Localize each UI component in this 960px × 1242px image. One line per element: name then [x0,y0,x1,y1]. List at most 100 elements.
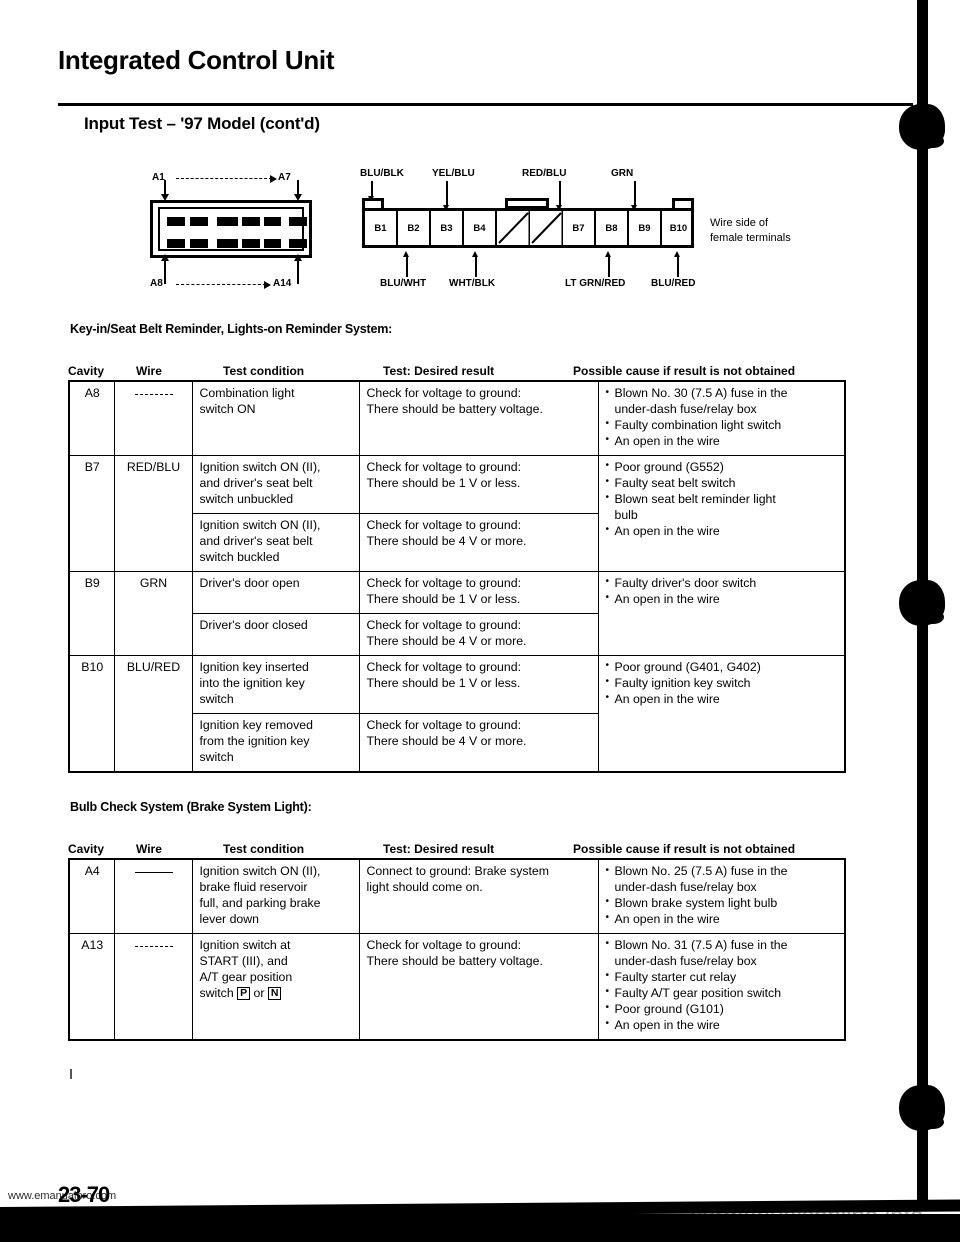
cell-desired-result: Check for voltage to ground: There should… [358,570,599,614]
connector-b-lead-b9 [634,181,636,207]
connector-a-pin [264,239,281,248]
connector-b-cavity-b9: B9 [629,211,662,245]
table1-col-result: Test: Desired result [383,364,495,378]
possible-cause-item: Faulty starter cut relay [606,969,839,986]
connector-a-label-a1: A1 [152,172,165,183]
cell-possible-cause: Faulty driver's door switchAn open in th… [597,570,846,656]
cell-test-condition: Ignition switch ON (II), brake fluid rese… [191,858,360,934]
connector-b-cavity-b8: B8 [596,211,629,245]
connector-b-note-line2: female terminals [710,231,791,244]
possible-cause-list: Poor ground (G401, G402)Faulty ignition … [606,659,839,708]
cell-desired-result: Check for voltage to ground: There should… [358,454,599,514]
input-test-table-2: A4 Ignition switch ON (II), brake fluid re… [68,858,846,1041]
connector-b-lead-b10 [677,257,679,277]
table-row: B10 BLU/RED Ignition key inserted into the … [68,654,846,773]
connector-a-pin [190,217,208,226]
possible-cause-item: Faulty seat belt switch [606,475,839,492]
cell-desired-result: Check for voltage to ground: There should… [358,654,599,714]
connector-b-wire-label-grn: GRN [611,168,634,179]
connector-b-wire-label-blu-red: BLU/RED [651,278,696,289]
connector-b-lead-b7 [559,181,561,207]
page-number: 23-70 [58,1182,110,1207]
connector-b-wire-label-blu-wht: BLU/WHT [380,278,427,289]
possible-cause-item: under-dash fuse/relay box [614,953,757,968]
connector-a-pin [242,239,260,248]
table1-column-headers: Cavity Wire Test condition Test: Desired… [68,358,844,380]
possible-cause-list: Blown No. 30 (7.5 A) fuse in theunder-da… [606,386,839,450]
cell-wire [113,932,193,1041]
connector-a-label-a7: A7 [278,172,291,183]
connector-b-cavity-b10: B10 [669,222,688,234]
possible-cause-item: Blown No. 30 (7.5 A) fuse in the [606,386,839,402]
cell-cavity: B7 [68,454,115,572]
connector-a-top-arrow-icon [270,174,277,183]
no-wire-dash-icon [134,872,173,874]
cell-test-condition: Ignition switch at START (III), and A/T ge… [191,932,360,1041]
table1-col-cavity: Cavity [68,364,105,378]
possible-cause-item: under-dash fuse/relay box [614,879,757,894]
cell-wire: BLU/RED [113,654,193,773]
cell-wire: RED/BLU [113,454,193,572]
possible-cause-item: An open in the wire [606,433,839,450]
table-row: B9 GRN Driver's door open Check for voltage… [68,570,846,656]
cell-cavity: B10 [68,654,115,773]
connector-b-lead-b4 [475,257,477,277]
connector-a-pin-row-top [167,217,307,226]
cell-test-condition: Driver's door closed [191,612,360,656]
connector-a-pin [264,217,281,226]
page-title: Integrated Control Unit [58,45,335,75]
connector-b-cavity-b3: B3 [431,211,464,245]
connector-a-bottom-arrow-icon [264,280,271,289]
cell-possible-cause: Poor ground (G552)Faulty seat belt switc… [597,454,846,572]
table1-col-cause: Possible cause if result is not obtained [573,364,796,378]
possible-cause-item: Blown seat belt reminder light [606,491,839,508]
cell-cavity: A8 [68,380,115,456]
table2-col-result: Test: Desired result [383,842,495,856]
connector-a-pin [190,239,208,248]
no-wire-dash-icon [134,394,173,396]
cell-desired-result: Check for voltage to ground: There should… [358,932,599,1041]
cell-wire [113,858,193,934]
connector-a-pin [242,217,260,226]
connector-b-wire-label-blu-blk: BLU/BLK [360,168,404,179]
input-test-table-1: A8 Combination light switch ON Check for vo… [68,380,846,773]
connector-b-lead-b8 [608,257,610,277]
blank-cavity-slash-icon [531,211,563,245]
table2-col-wire: Wire [136,842,162,856]
cell-cavity: A4 [68,858,115,934]
table-row: B7 RED/BLU Ignition switch ON (II), and dri… [68,454,846,572]
title-divider [58,103,913,106]
possible-cause-item: Poor ground (G401, G402) [606,659,839,676]
connector-b-cavity-b1: B1 [365,211,398,245]
connector-b-note-line1: Wire side of [710,217,769,229]
cell-test-condition: Ignition switch ON (II), and driver's sea… [191,512,360,572]
section-title: Input Test – '97 Model (cont'd) [84,114,320,133]
connector-b-wire-label-wht-blk: WHT/BLK [449,278,496,289]
cell-test-condition: Combination light switch ON [191,380,360,456]
possible-cause-item: bulb [614,507,638,522]
binding-ring-1-tail [922,134,944,148]
possible-cause-item: Faulty driver's door switch [606,575,839,592]
connector-a-pin [167,239,185,248]
table1-body: A8 Combination light switch ON Check for vo… [68,380,846,773]
cell-test-condition: Ignition key inserted into the ignition k… [191,654,360,714]
possible-cause-item: under-dash fuse/relay box [614,401,757,416]
table-row: A4 Ignition switch ON (II), brake fluid re… [68,858,846,934]
possible-cause-item: Faulty ignition key switch [606,675,839,692]
cell-test-condition: Ignition key removed from the ignition ke… [191,712,360,773]
possible-cause-list: Poor ground (G552)Faulty seat belt switc… [606,459,839,540]
manual-page: Integrated Control Unit Input Test – '97… [0,0,960,1242]
possible-cause-item: Blown No. 25 (7.5 A) fuse in the [606,864,839,880]
possible-cause-item: Poor ground (G101) [606,1001,839,1018]
cell-test-condition: Driver's door open [191,570,360,614]
table2-col-cause: Possible cause if result is not obtained [573,842,796,856]
connector-b-cavity-blank-6 [530,211,563,245]
table2-column-headers: Cavity Wire Test condition Test: Desired… [68,836,844,858]
possible-cause-item: An open in the wire [606,691,839,708]
connector-a-housing [150,200,312,258]
possible-cause-item: Blown No. 31 (7.5 A) fuse in the [606,937,839,954]
cell-wire [113,380,193,456]
cell-desired-result: Check for voltage to ground: There should… [358,512,599,572]
cell-possible-cause: Blown No. 31 (7.5 A) fuse in theunder-da… [597,932,846,1041]
table2-col-cavity: Cavity [68,842,105,856]
